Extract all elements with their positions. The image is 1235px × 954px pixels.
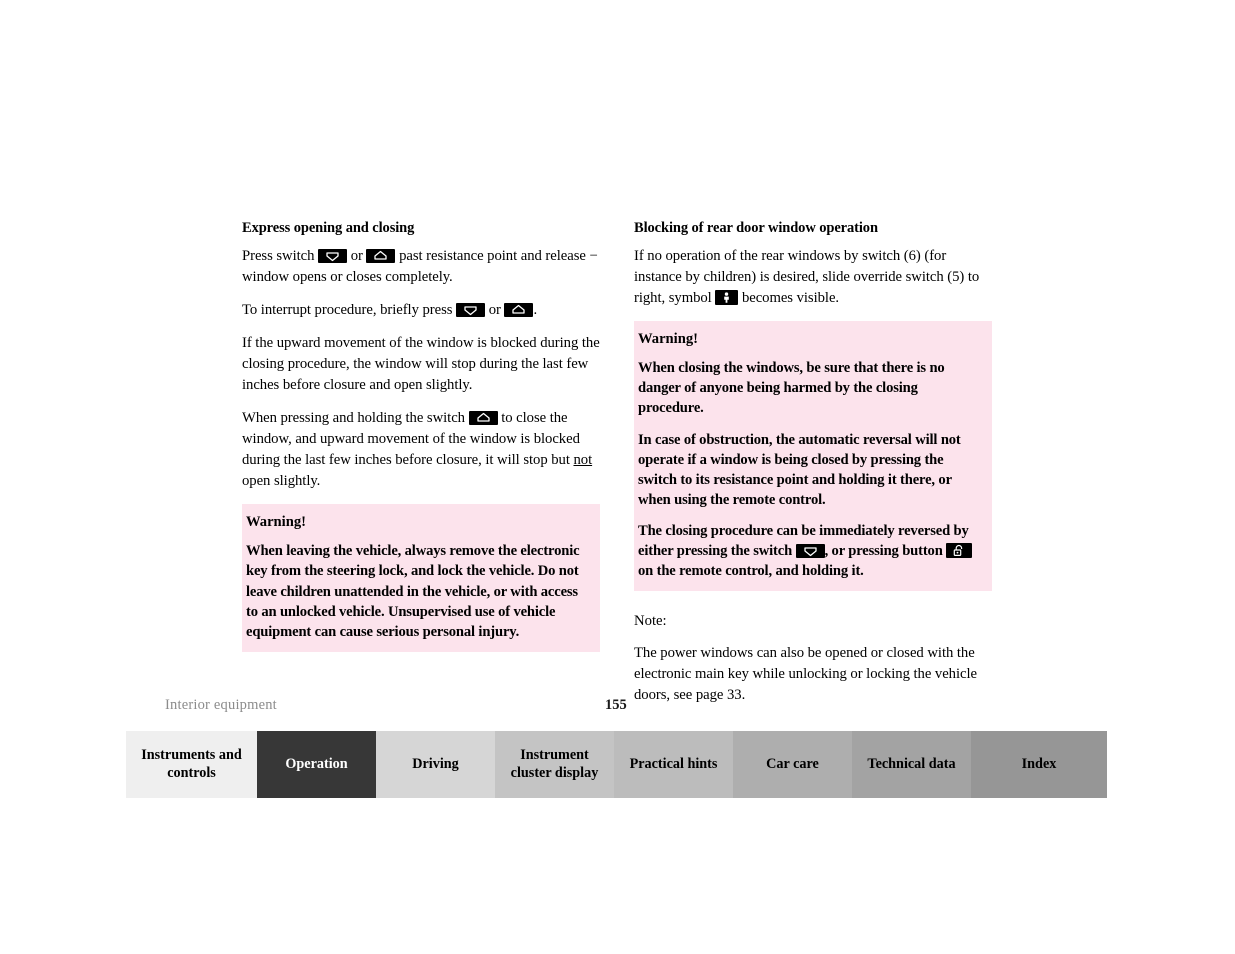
- left-p2-text-b: or: [488, 302, 501, 319]
- window-up-switch-icon: [366, 249, 396, 264]
- left-paragraph-2: To interrupt procedure, briefly press or…: [242, 300, 600, 321]
- right-section-title: Blocking of rear door window operation: [634, 220, 878, 236]
- note-label: Note:: [634, 613, 667, 630]
- tab-car-care[interactable]: Car care: [733, 731, 852, 798]
- left-p4-text-a: When pressing and holding the switch: [242, 410, 465, 427]
- left-section-title: Express opening and closing: [242, 220, 415, 236]
- left-warning-box: Warning! When leaving the vehicle, alway…: [242, 504, 600, 652]
- right-w-p3-text-c: on the remote control, and holding it.: [638, 563, 864, 580]
- right-p1-text-b: becomes visible.: [741, 290, 840, 307]
- right-paragraph-1: If no operation of the rear windows by s…: [634, 246, 992, 309]
- page-footer: Interior equipment 155: [126, 697, 1107, 717]
- left-p2-text-a: To interrupt procedure, briefly press: [242, 302, 453, 319]
- window-up-switch-icon: [504, 303, 534, 318]
- right-w-p3-text-b: , or pressing button: [824, 543, 943, 560]
- window-up-switch-icon: [468, 411, 498, 426]
- footer-section-label: Interior equipment: [165, 697, 277, 713]
- page-number: 155: [605, 697, 627, 713]
- right-warning-paragraph-3: The closing procedure can be immediately…: [638, 521, 984, 581]
- window-down-switch-icon: [795, 544, 825, 559]
- right-warning-title: Warning!: [638, 331, 699, 348]
- left-p4-emphasis: not: [573, 452, 593, 469]
- tab-practical-hints[interactable]: Practical hints: [614, 731, 733, 798]
- left-paragraph-4: When pressing and holding the switch to …: [242, 408, 600, 492]
- tab-instrument-cluster-display[interactable]: Instrument cluster display: [495, 731, 614, 798]
- chapter-tab-bar: Instruments and controls Operation Driving…: [126, 731, 1107, 798]
- left-paragraph-3: If the upward movement of the window is …: [242, 335, 600, 394]
- right-warning-paragraph-1: When closing the windows, be sure that t…: [638, 360, 945, 417]
- tab-instruments-and-controls[interactable]: Instruments and controls: [126, 731, 257, 798]
- window-down-switch-icon: [456, 303, 486, 318]
- left-p2-text-c: .: [533, 302, 538, 319]
- tab-driving[interactable]: Driving: [376, 731, 495, 798]
- window-down-switch-icon: [318, 249, 348, 264]
- left-warning-title: Warning!: [246, 514, 307, 531]
- left-column: Express opening and closing Press switch…: [242, 219, 600, 652]
- right-warning-box: Warning! When closing the windows, be su…: [634, 321, 992, 592]
- left-paragraph-1: Press switch or past resistance point an…: [242, 246, 600, 288]
- left-p1-text-a: Press switch: [242, 248, 315, 265]
- right-warning-paragraph-2: In case of obstruction, the automatic re…: [638, 431, 961, 508]
- left-warning-body: When leaving the vehicle, always remove …: [246, 543, 580, 640]
- left-p1-text-b: or: [350, 248, 363, 265]
- child-lock-symbol-icon: [715, 290, 739, 306]
- manual-page: Express opening and closing Press switch…: [0, 0, 1235, 954]
- tab-index[interactable]: Index: [971, 731, 1107, 798]
- tab-operation[interactable]: Operation: [257, 731, 376, 798]
- tab-technical-data[interactable]: Technical data: [852, 731, 971, 798]
- remote-unlock-button-icon: [946, 543, 973, 559]
- left-p4-text-c: open slightly.: [242, 473, 321, 490]
- right-column: Blocking of rear door window operation I…: [634, 219, 992, 706]
